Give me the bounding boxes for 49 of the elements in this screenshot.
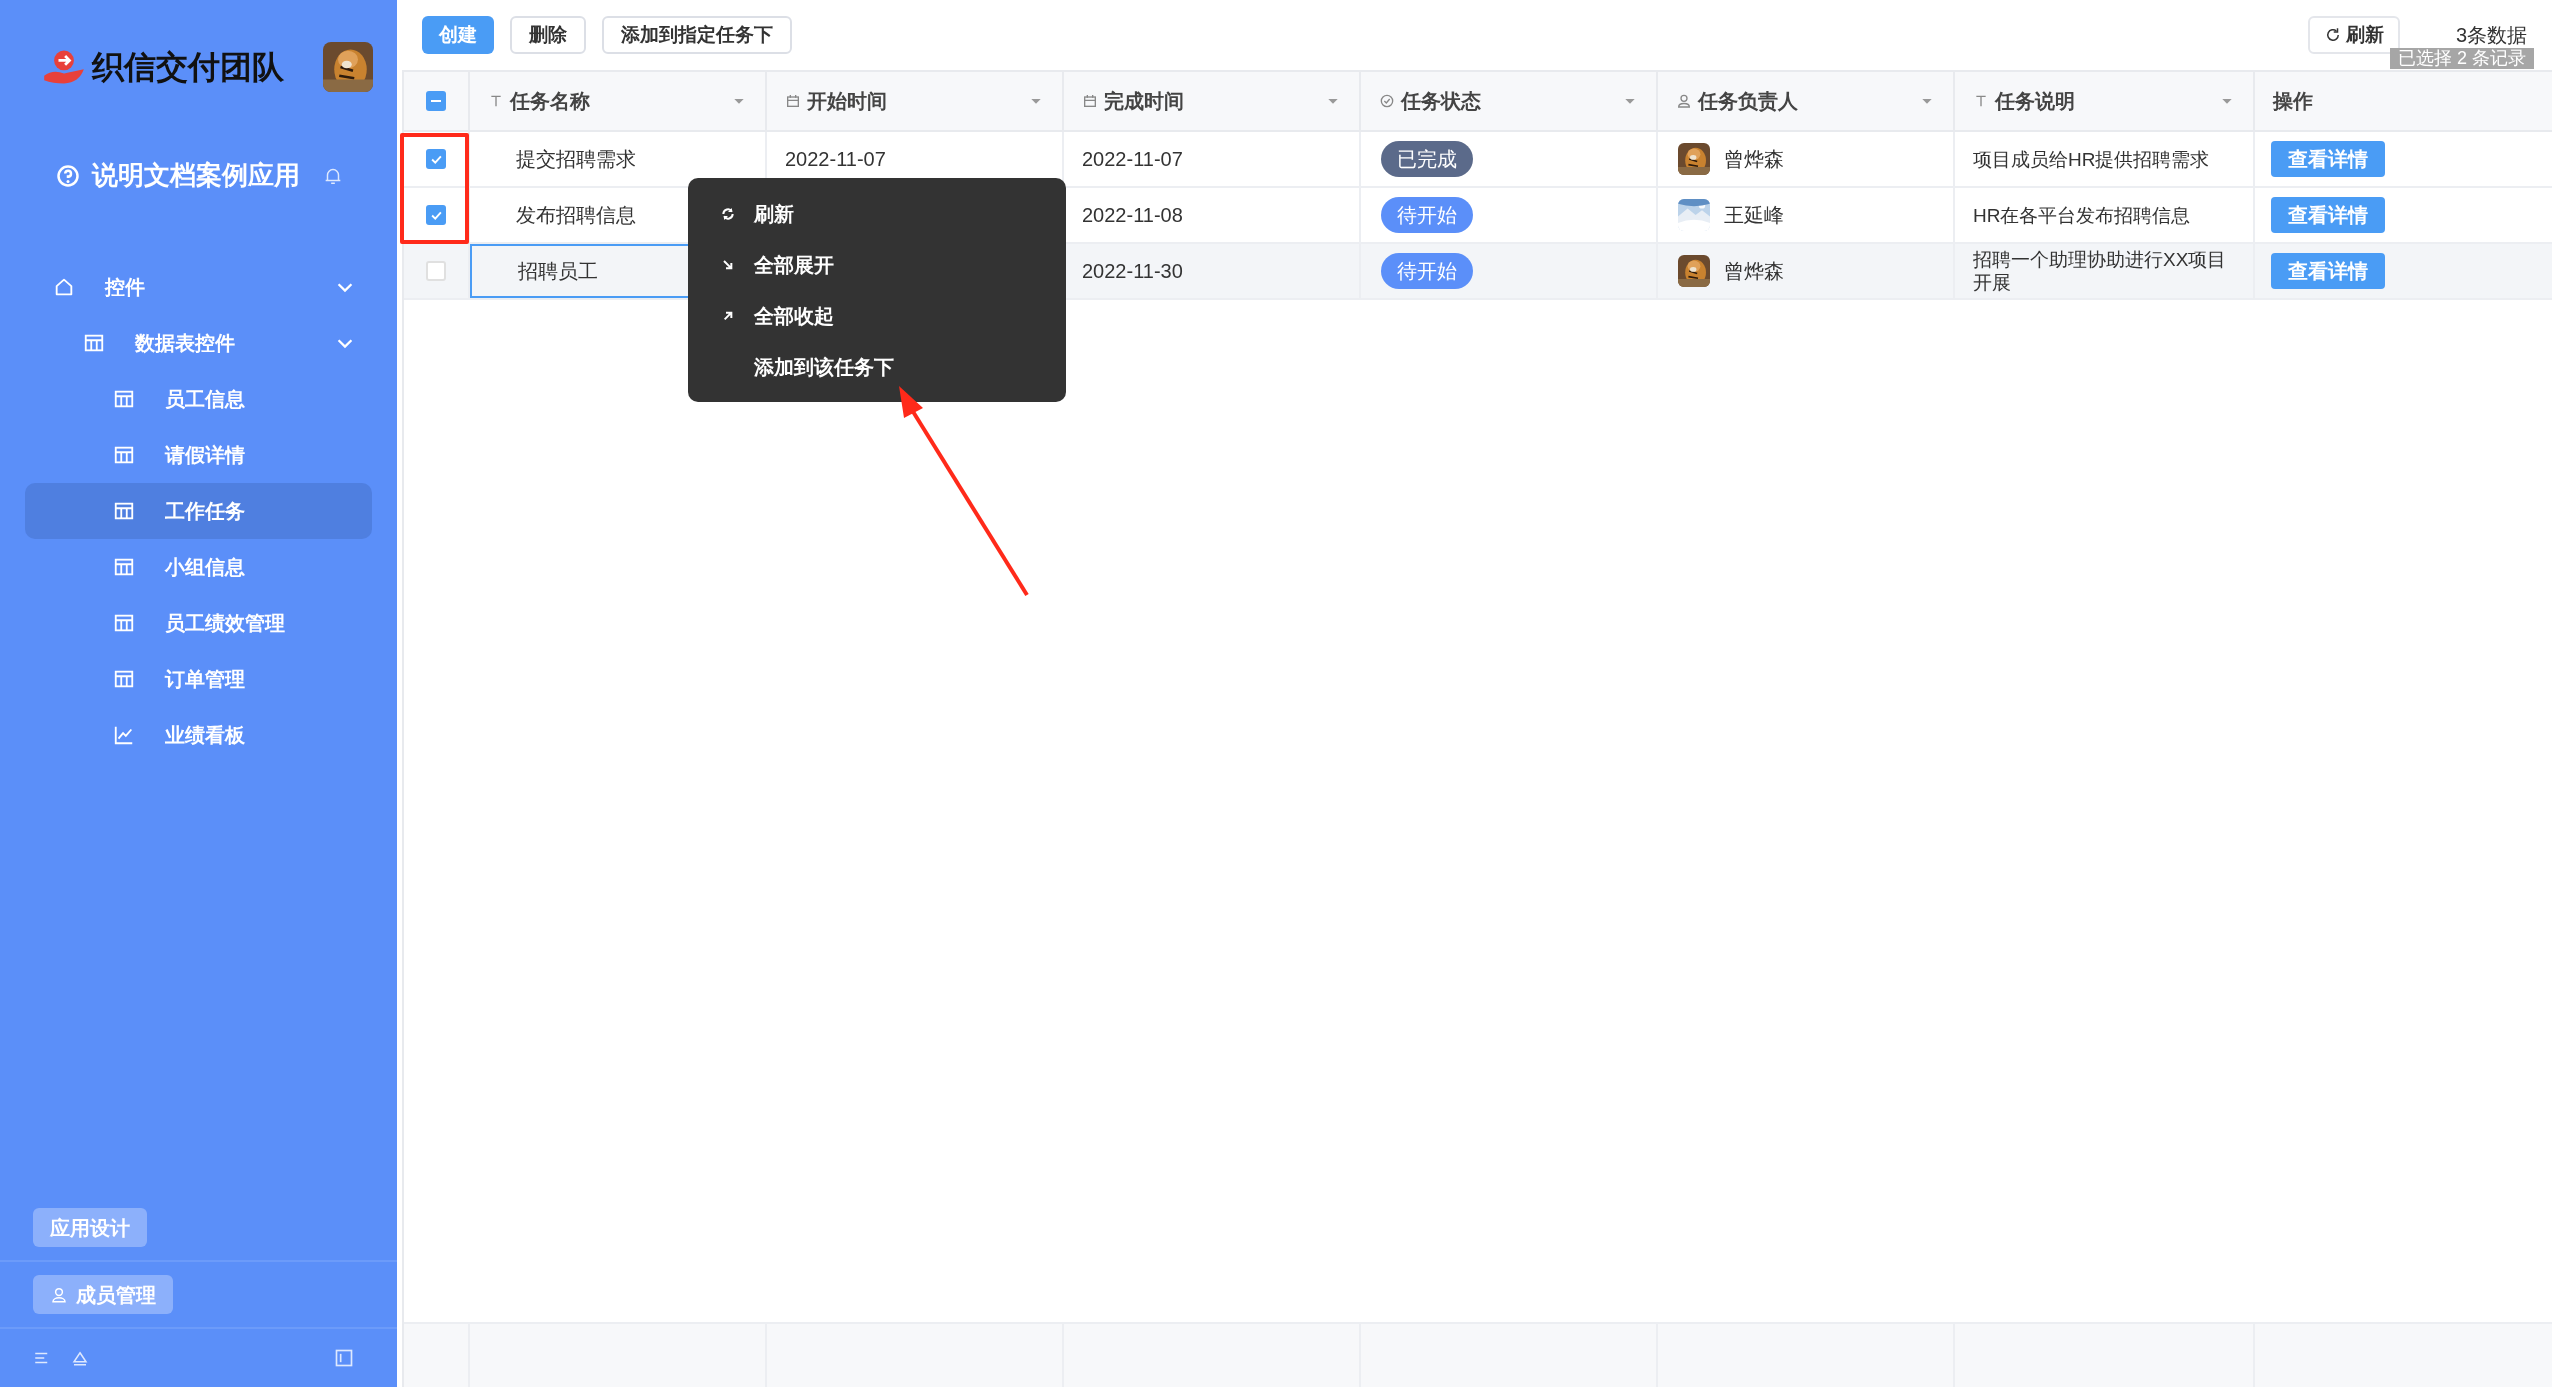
table-cell: HR在各平台发布招聘信息 bbox=[1955, 188, 2255, 242]
text-type-icon bbox=[488, 93, 504, 109]
column-header[interactable]: 任务名称 bbox=[470, 72, 767, 130]
column-header[interactable]: 操作 bbox=[2255, 72, 2552, 130]
row-checkbox[interactable] bbox=[426, 261, 446, 281]
person-icon bbox=[50, 1285, 68, 1304]
sidebar-item[interactable]: 工作任务 bbox=[25, 483, 372, 539]
column-header[interactable]: 任务状态 bbox=[1361, 72, 1658, 130]
owner-name: 王延峰 bbox=[1724, 203, 1784, 228]
calendar-icon bbox=[785, 93, 801, 109]
owner-name: 曾烨森 bbox=[1724, 259, 1784, 284]
check-circle-icon bbox=[1379, 93, 1395, 109]
app-title: 说明文档案例应用 bbox=[92, 159, 300, 192]
table-icon bbox=[83, 332, 105, 354]
owner-name: 曾烨森 bbox=[1724, 147, 1784, 172]
refresh-icon bbox=[720, 205, 736, 222]
calendar-icon bbox=[1082, 93, 1098, 109]
column-header[interactable]: 任务说明 bbox=[1955, 72, 2255, 130]
select-all-checkbox[interactable] bbox=[426, 91, 446, 111]
text-type-icon bbox=[1973, 93, 1989, 109]
toolbar-button[interactable]: 删除 bbox=[510, 16, 586, 54]
status-badge: 待开始 bbox=[1381, 253, 1473, 289]
toolbar-button[interactable]: 添加到指定任务下 bbox=[602, 16, 792, 54]
table-icon bbox=[113, 500, 135, 522]
column-header[interactable]: 开始时间 bbox=[767, 72, 1064, 130]
selection-note: 已选择 2 条记录 bbox=[2390, 48, 2534, 69]
line-chart-icon bbox=[113, 724, 135, 746]
home-icon bbox=[53, 276, 75, 298]
table-cell: 招聘一个助理协助进行XX项目开展 bbox=[1955, 244, 2255, 298]
table-icon bbox=[113, 444, 135, 466]
column-header[interactable]: 完成时间 bbox=[1064, 72, 1361, 130]
logo-text: 织信交付团队 bbox=[92, 48, 284, 87]
table-icon bbox=[113, 668, 135, 690]
table-icon bbox=[113, 556, 135, 578]
context-menu-item[interactable]: 添加到该任务下 bbox=[688, 341, 1066, 392]
row-checkbox[interactable] bbox=[426, 149, 446, 169]
status-badge: 待开始 bbox=[1381, 197, 1473, 233]
help-icon bbox=[56, 163, 80, 188]
table-icon bbox=[113, 388, 135, 410]
status-badge: 已完成 bbox=[1381, 141, 1473, 177]
table-row[interactable]: 提交招聘需求 2022-11-07 2022-11-07 已完成 曾烨森 项目成员给HR提供招聘需求 查看详情 bbox=[404, 132, 2552, 188]
person-icon bbox=[1676, 93, 1692, 109]
table-cell: 项目成员给HR提供招聘需求 bbox=[1955, 132, 2255, 186]
table-icon bbox=[113, 612, 135, 634]
triangle-icon[interactable] bbox=[71, 1349, 89, 1367]
column-header[interactable]: 任务负责人 bbox=[1658, 72, 1955, 130]
sidebar-toggle-icon[interactable] bbox=[334, 1348, 354, 1368]
record-count: 3条数据 bbox=[2455, 23, 2527, 48]
row-checkbox[interactable] bbox=[426, 205, 446, 225]
